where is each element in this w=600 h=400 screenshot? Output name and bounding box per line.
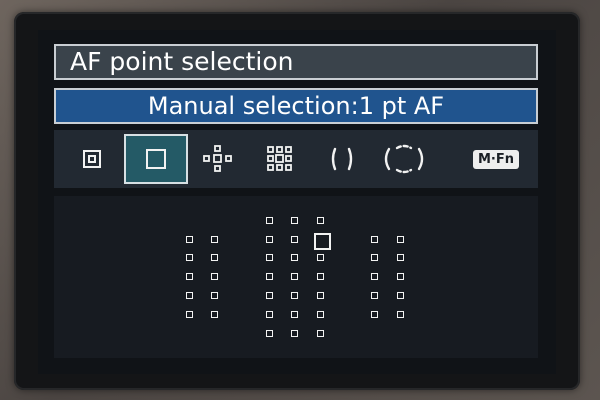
af-point[interactable] xyxy=(291,217,298,224)
af-point[interactable] xyxy=(317,254,324,261)
af-point[interactable] xyxy=(371,273,378,280)
af-point[interactable] xyxy=(211,311,218,318)
menu-title-text: AF point selection xyxy=(70,47,294,76)
af-point[interactable] xyxy=(291,254,298,261)
af-point[interactable] xyxy=(291,330,298,337)
af-point[interactable] xyxy=(317,217,324,224)
af-point[interactable] xyxy=(397,236,404,243)
af-point[interactable] xyxy=(266,273,273,280)
af-point[interactable] xyxy=(266,254,273,261)
af-mode-zone[interactable] xyxy=(312,134,372,184)
af-mode-expand-4[interactable] xyxy=(188,134,248,184)
af-point[interactable] xyxy=(186,311,193,318)
af-point[interactable] xyxy=(397,254,404,261)
af-point[interactable] xyxy=(397,311,404,318)
single-point-af-icon xyxy=(146,149,166,169)
af-point[interactable] xyxy=(266,217,273,224)
af-point[interactable] xyxy=(291,292,298,299)
af-point[interactable] xyxy=(266,311,273,318)
af-point[interactable] xyxy=(211,273,218,280)
af-point[interactable] xyxy=(371,292,378,299)
large-zone-af-icon xyxy=(384,144,424,174)
af-mode-large-zone[interactable] xyxy=(374,134,434,184)
af-point[interactable] xyxy=(211,254,218,261)
af-point[interactable] xyxy=(397,292,404,299)
af-point[interactable] xyxy=(371,236,378,243)
af-mode-selector: M·Fn xyxy=(54,130,538,188)
af-point-selected[interactable] xyxy=(314,233,331,250)
af-point[interactable] xyxy=(371,311,378,318)
af-point[interactable] xyxy=(291,311,298,318)
af-point[interactable] xyxy=(317,311,324,318)
af-point[interactable] xyxy=(371,254,378,261)
af-point[interactable] xyxy=(266,292,273,299)
zone-af-icon xyxy=(331,147,353,171)
expand-surround-icon xyxy=(267,146,292,171)
af-point[interactable] xyxy=(317,330,324,337)
af-point[interactable] xyxy=(186,254,193,261)
af-point[interactable] xyxy=(291,273,298,280)
af-point[interactable] xyxy=(186,236,193,243)
af-point[interactable] xyxy=(317,273,324,280)
af-point[interactable] xyxy=(211,236,218,243)
af-mode-m-fn[interactable]: M·Fn xyxy=(466,134,526,184)
af-mode-single-point[interactable] xyxy=(124,134,188,184)
af-point[interactable] xyxy=(317,292,324,299)
af-mode-label: Manual selection:1 pt AF xyxy=(147,92,445,120)
m-fn-icon: M·Fn xyxy=(472,149,519,169)
menu-title: AF point selection xyxy=(54,44,538,80)
af-point[interactable] xyxy=(397,273,404,280)
af-point[interactable] xyxy=(266,330,273,337)
af-point-grid xyxy=(54,196,538,358)
af-point[interactable] xyxy=(266,236,273,243)
spot-af-icon xyxy=(83,150,101,168)
af-point[interactable] xyxy=(186,292,193,299)
expand-4-points-icon xyxy=(203,145,232,172)
af-point[interactable] xyxy=(211,292,218,299)
af-point[interactable] xyxy=(291,236,298,243)
af-mode-label-bar: Manual selection:1 pt AF xyxy=(54,88,538,124)
af-point[interactable] xyxy=(186,273,193,280)
af-mode-expand-surround[interactable] xyxy=(250,134,310,184)
af-mode-spot[interactable] xyxy=(62,134,122,184)
